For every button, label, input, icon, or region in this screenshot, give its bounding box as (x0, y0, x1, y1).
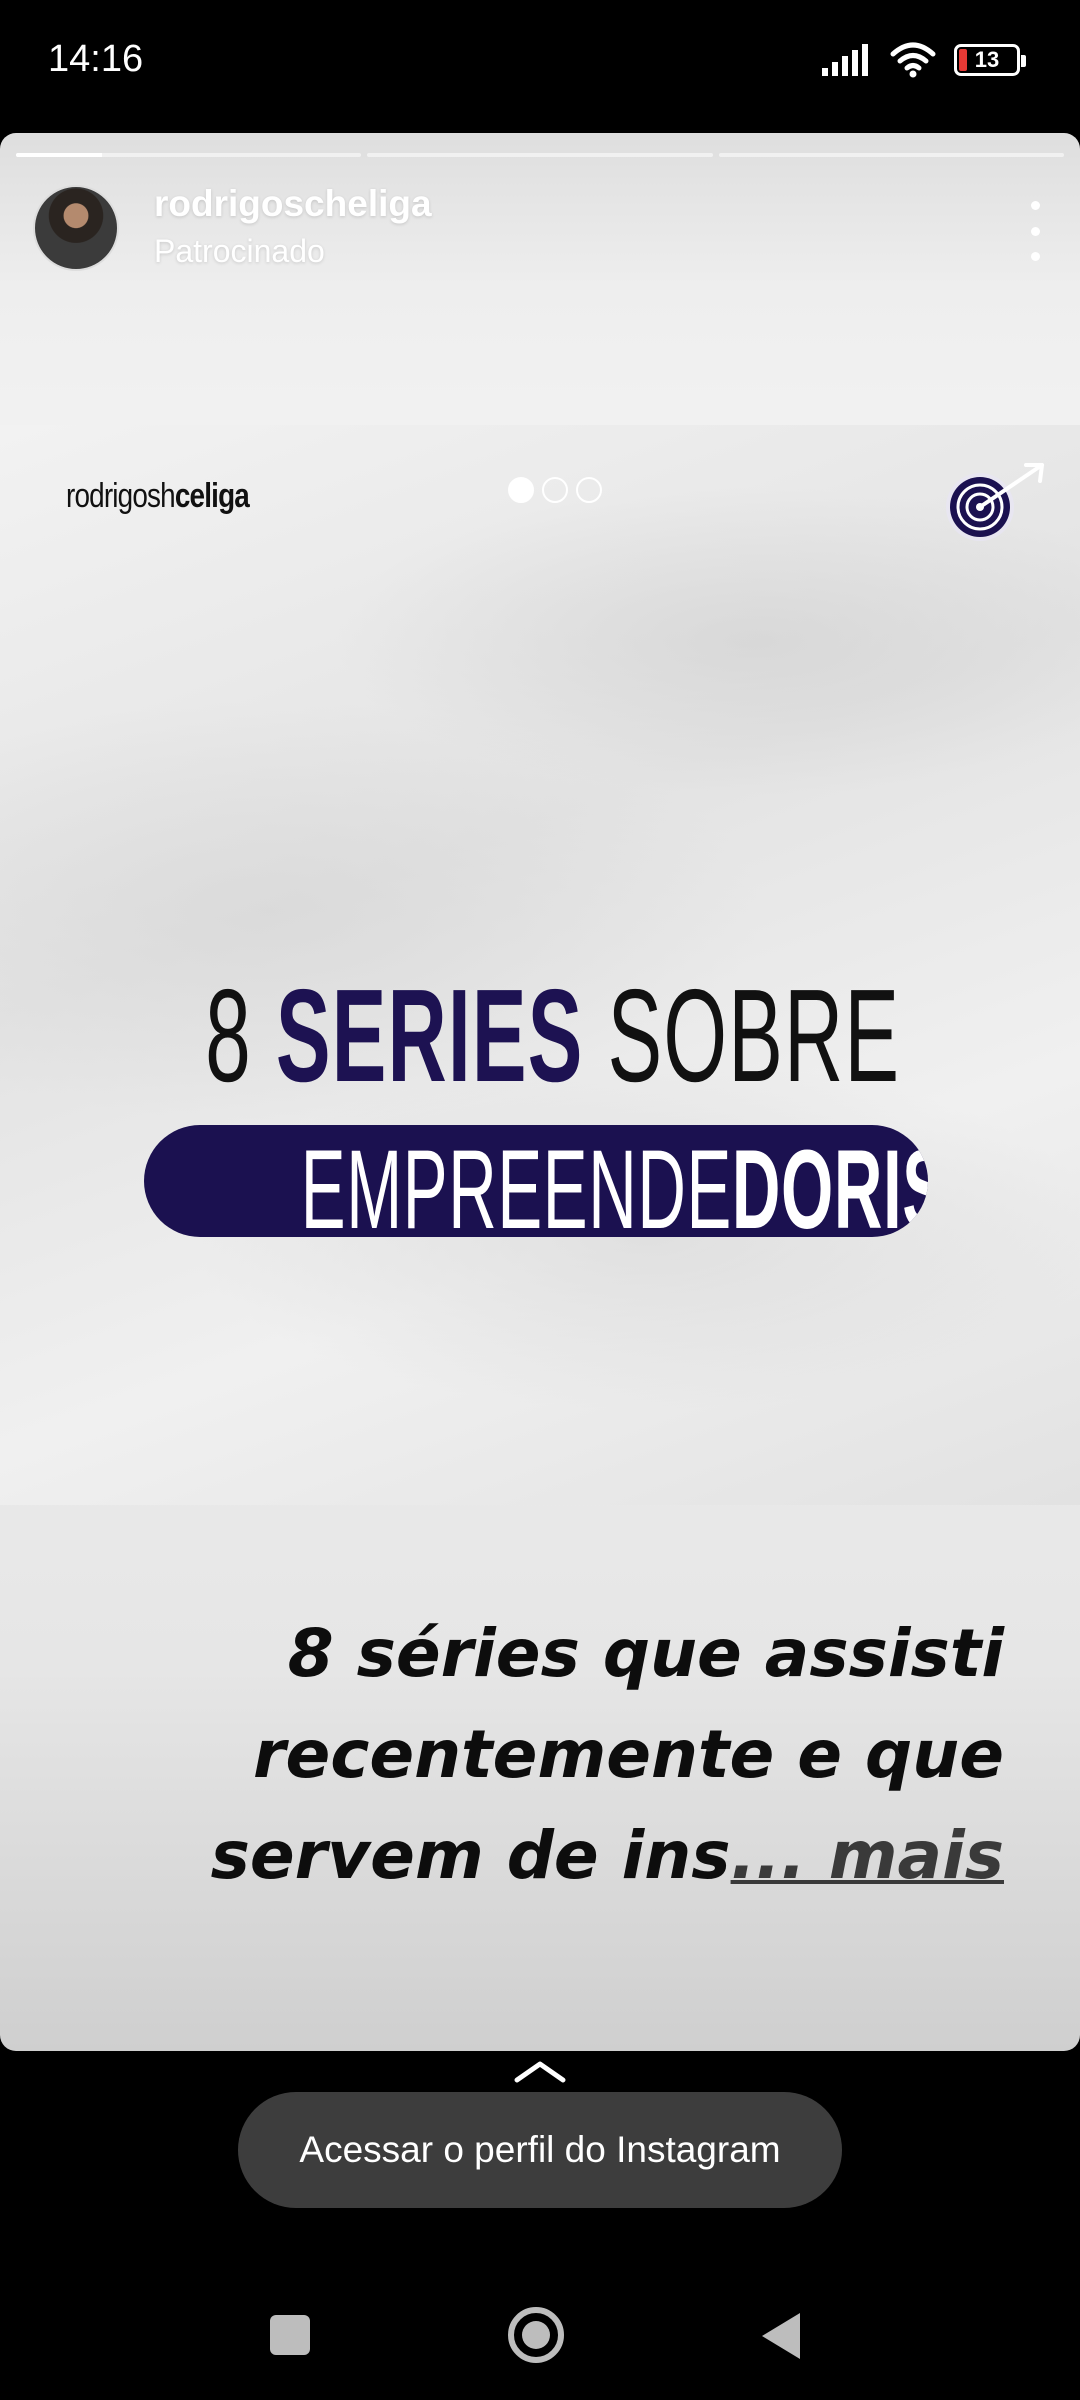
caption-more-link[interactable]: ... mais (731, 1817, 1004, 1894)
signal-icon (822, 44, 868, 76)
story-card[interactable]: rodrigoscheliga Patrocinado rodrigoshcel… (0, 133, 1080, 2051)
status-icons: 13 (822, 40, 1026, 80)
headline-pill: EMPREENDEDORISMO (144, 1125, 928, 1237)
more-options-icon[interactable] (1020, 201, 1050, 261)
headline-line-2: EMPREENDEDORISMO (300, 1127, 928, 1238)
ad-image[interactable]: rodrigoshceliga 8 SERIES SOBRE EMPREENDE… (0, 425, 1080, 1505)
carousel-dot (508, 477, 534, 503)
brand-logo: rodrigoshceliga (66, 477, 250, 515)
status-time: 14:16 (48, 38, 144, 80)
battery-icon: 13 (954, 44, 1026, 76)
story-progress (16, 153, 1064, 157)
home-button[interactable] (508, 2307, 564, 2363)
target-logo-icon (946, 463, 1044, 541)
chevron-up-icon[interactable] (513, 2058, 567, 2084)
headline-line-1: 8 SERIES SOBRE (205, 962, 901, 1109)
recents-button[interactable] (270, 2315, 310, 2355)
progress-segment (718, 153, 1064, 157)
carousel-dot (542, 477, 568, 503)
carousel-dot (576, 477, 602, 503)
progress-segment (367, 153, 713, 157)
avatar[interactable] (33, 185, 119, 271)
battery-level: 13 (974, 47, 1000, 72)
progress-segment (16, 153, 362, 157)
wifi-icon (890, 42, 936, 78)
ad-caption[interactable]: 8 séries que assisti recentemente e que … (104, 1603, 1004, 1906)
sponsored-label: Patrocinado (154, 233, 325, 269)
back-button[interactable] (762, 2313, 800, 2359)
status-bar: 14:16 13 (0, 0, 1080, 130)
visit-profile-button[interactable]: Acessar o perfil do Instagram (238, 2092, 842, 2208)
carousel-indicator (508, 477, 602, 503)
username[interactable]: rodrigoscheliga (154, 183, 432, 225)
